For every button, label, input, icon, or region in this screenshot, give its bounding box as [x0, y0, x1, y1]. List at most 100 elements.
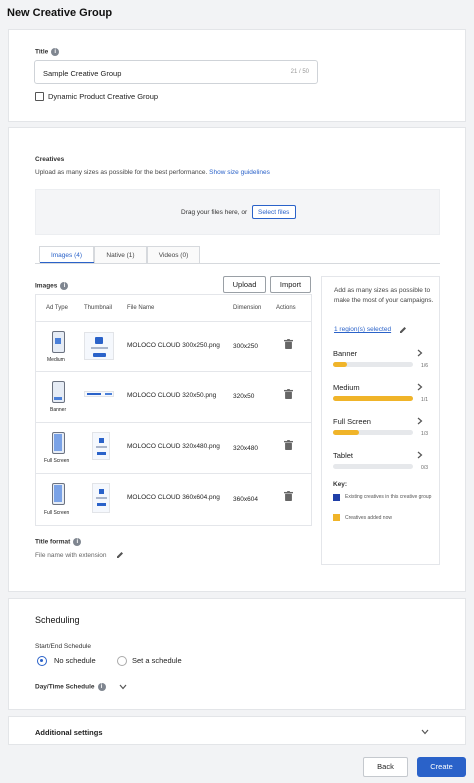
tab-native-label: Native (1) — [106, 252, 135, 259]
start-end-label: Start/End Schedule — [35, 643, 92, 650]
creatives-card: Creatives Upload as many sizes as possib… — [8, 127, 466, 592]
medium-phone-icon — [52, 331, 65, 353]
key-existing-label: Existing creatives in this creative grou… — [345, 494, 432, 500]
size-progress-fill — [333, 430, 360, 435]
dimension: 360x604 — [233, 496, 258, 503]
banner-phone-icon — [52, 381, 65, 403]
fullscreen-phone-icon — [52, 432, 65, 454]
tabs-divider — [35, 263, 440, 264]
col-file-name: File Name — [127, 305, 155, 311]
dynamic-product-label: Dynamic Product Creative Group — [48, 92, 159, 101]
additional-settings-card[interactable]: Additional settings — [8, 716, 466, 745]
chevron-right-icon — [417, 383, 423, 391]
size-item-banner[interactable]: Banner 1/6 — [333, 349, 428, 369]
set-schedule-radio[interactable] — [117, 656, 127, 666]
edit-pencil-icon[interactable] — [399, 326, 407, 334]
tab-videos[interactable]: Videos (0) — [147, 246, 200, 263]
size-item-label: Tablet — [333, 451, 354, 460]
images-label: Images i — [35, 282, 69, 290]
import-button[interactable]: Import — [270, 276, 311, 293]
size-count: 1/3 — [421, 431, 428, 437]
trash-icon[interactable] — [284, 389, 293, 399]
create-button[interactable]: Create — [417, 757, 466, 777]
title-format-label-text: Title format — [35, 538, 71, 546]
size-count: 1/6 — [421, 363, 428, 369]
info-icon[interactable]: i — [60, 282, 69, 290]
table-row: Banner MOLOCO CLOUD 320x50.png 320x50 — [36, 371, 311, 422]
dynamic-product-checkbox[interactable] — [35, 92, 44, 101]
tab-images-label: Images (4) — [50, 252, 83, 259]
creative-tabs: Images (4) Native (1) Videos (0) — [39, 246, 439, 263]
title-format-label: Title format i — [35, 538, 82, 546]
size-guidelines-link[interactable]: Show size guidelines — [209, 169, 270, 176]
title-format-value: File name with extension — [35, 552, 107, 559]
dimension: 320x480 — [233, 445, 258, 452]
file-drop-zone[interactable]: Drag your files here, or Select files — [35, 189, 440, 235]
creatives-heading: Creatives — [35, 156, 65, 163]
import-label: Import — [279, 280, 302, 289]
fullscreen-phone-icon — [52, 483, 65, 505]
table-row: Full Screen MOLOCO CLOUD 320x480.png 320… — [36, 422, 311, 473]
tab-images[interactable]: Images (4) — [39, 246, 95, 263]
images-table: Ad Type Thumbnail File Name Dimension Ac… — [35, 294, 312, 526]
no-schedule-label: No schedule — [54, 656, 96, 665]
day-time-label: Day/Time Schedule i — [35, 683, 106, 691]
scheduling-card: Scheduling Start/End Schedule No schedul… — [8, 598, 466, 710]
creatives-hint-text: Upload as many sizes as possible for the… — [35, 169, 208, 176]
trash-icon[interactable] — [284, 440, 293, 450]
thumbnail — [84, 332, 114, 360]
file-name: MOLOCO CLOUD 320x50.png — [127, 392, 217, 399]
file-name: MOLOCO CLOUD 320x480.png — [127, 443, 220, 450]
upload-button[interactable]: Upload — [223, 276, 266, 293]
chevron-down-icon[interactable] — [421, 729, 429, 735]
thumbnail — [92, 483, 110, 513]
dimension: 300x250 — [233, 343, 258, 350]
regions-selected-link[interactable]: 1 region(s) selected — [334, 326, 391, 333]
ad-type-label: Full Screen — [44, 458, 70, 464]
back-label: Back — [377, 762, 394, 771]
title-label: Title i — [35, 48, 60, 56]
ad-type-label: Banner — [50, 407, 67, 413]
size-count: 1/1 — [421, 397, 428, 403]
tab-native[interactable]: Native (1) — [94, 246, 147, 263]
dimension: 320x50 — [233, 393, 255, 400]
back-button[interactable]: Back — [363, 757, 408, 777]
file-name: MOLOCO CLOUD 360x604.png — [127, 494, 220, 501]
additional-settings-label: Additional settings — [35, 728, 103, 737]
size-progress-fill — [333, 362, 347, 367]
panel-intro: Add as many sizes as possible to make th… — [334, 287, 434, 304]
table-row: Medium MOLOCO CLOUD 300x250.png 300x250 — [36, 321, 311, 371]
size-progress-bar — [333, 430, 413, 435]
day-time-label-text: Day/Time Schedule — [35, 683, 95, 691]
ad-type-label: Full Screen — [44, 510, 70, 516]
trash-icon[interactable] — [284, 491, 293, 501]
no-schedule-radio[interactable] — [37, 656, 47, 666]
select-files-button[interactable]: Select files — [252, 205, 296, 219]
title-input[interactable]: Sample Creative Group 21 / 50 — [34, 60, 318, 84]
size-progress-bar — [333, 464, 413, 469]
size-item-full-screen[interactable]: Full Screen 1/3 — [333, 417, 428, 437]
size-item-tablet[interactable]: Tablet 0/3 — [333, 451, 428, 471]
tab-videos-label: Videos (0) — [158, 252, 189, 259]
size-item-label: Banner — [333, 349, 358, 358]
select-files-label: Select files — [258, 209, 290, 216]
edit-pencil-icon[interactable] — [116, 551, 124, 559]
info-icon[interactable]: i — [73, 538, 82, 546]
upload-label: Upload — [232, 280, 257, 289]
col-thumbnail: Thumbnail — [84, 305, 113, 311]
size-progress-bar — [333, 396, 413, 401]
trash-icon[interactable] — [284, 339, 293, 349]
size-progress-fill — [333, 396, 413, 401]
chevron-down-icon[interactable] — [119, 684, 127, 690]
size-item-medium[interactable]: Medium 1/1 — [333, 383, 428, 403]
images-label-text: Images — [35, 282, 58, 290]
table-row: Full Screen MOLOCO CLOUD 360x604.png 360… — [36, 473, 311, 525]
size-count: 0/3 — [421, 465, 428, 471]
info-icon[interactable]: i — [97, 683, 106, 691]
chevron-right-icon — [417, 417, 423, 425]
chevron-right-icon — [417, 451, 423, 459]
info-icon[interactable]: i — [51, 48, 60, 56]
scheduling-heading: Scheduling — [35, 615, 80, 625]
size-item-label: Full Screen — [333, 417, 371, 426]
title-input-value: Sample Creative Group — [43, 69, 122, 78]
